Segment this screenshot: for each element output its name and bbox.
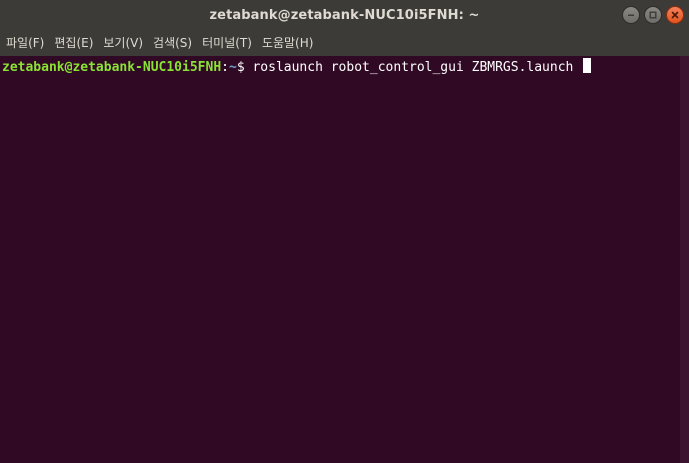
prompt-symbol: $	[236, 60, 253, 75]
window-controls	[622, 6, 684, 24]
terminal-window: zetabank@zetabank-NUC10i5FNH: ~ 파일(F) 편집…	[0, 0, 689, 463]
close-icon	[671, 11, 679, 19]
menu-help[interactable]: 도움말(H)	[258, 30, 318, 56]
maximize-button[interactable]	[644, 6, 662, 24]
terminal-output[interactable]: zetabank@zetabank-NUC10i5FNH:~$ roslaunc…	[0, 56, 680, 463]
window-title: zetabank@zetabank-NUC10i5FNH: ~	[209, 7, 480, 23]
minimize-button[interactable]	[622, 6, 640, 24]
close-button[interactable]	[666, 6, 684, 24]
scrollbar[interactable]	[680, 56, 689, 463]
prompt-user-host: zetabank@zetabank-NUC10i5FNH	[2, 60, 222, 75]
command-text: roslaunch robot_control_gui ZBMRGS.launc…	[252, 60, 582, 75]
minimize-icon	[628, 14, 634, 16]
menu-view[interactable]: 보기(V)	[99, 30, 147, 56]
title-bar[interactable]: zetabank@zetabank-NUC10i5FNH: ~	[0, 0, 689, 30]
menu-bar: 파일(F) 편집(E) 보기(V) 검색(S) 터미널(T) 도움말(H)	[0, 30, 689, 56]
prompt-colon: :	[221, 60, 229, 75]
maximize-icon	[649, 11, 657, 19]
menu-file[interactable]: 파일(F)	[2, 30, 48, 56]
menu-terminal[interactable]: 터미널(T)	[198, 30, 256, 56]
menu-search[interactable]: 검색(S)	[149, 30, 196, 56]
menu-edit[interactable]: 편집(E)	[50, 30, 97, 56]
prompt-path: ~	[228, 60, 237, 75]
text-cursor	[583, 58, 592, 73]
